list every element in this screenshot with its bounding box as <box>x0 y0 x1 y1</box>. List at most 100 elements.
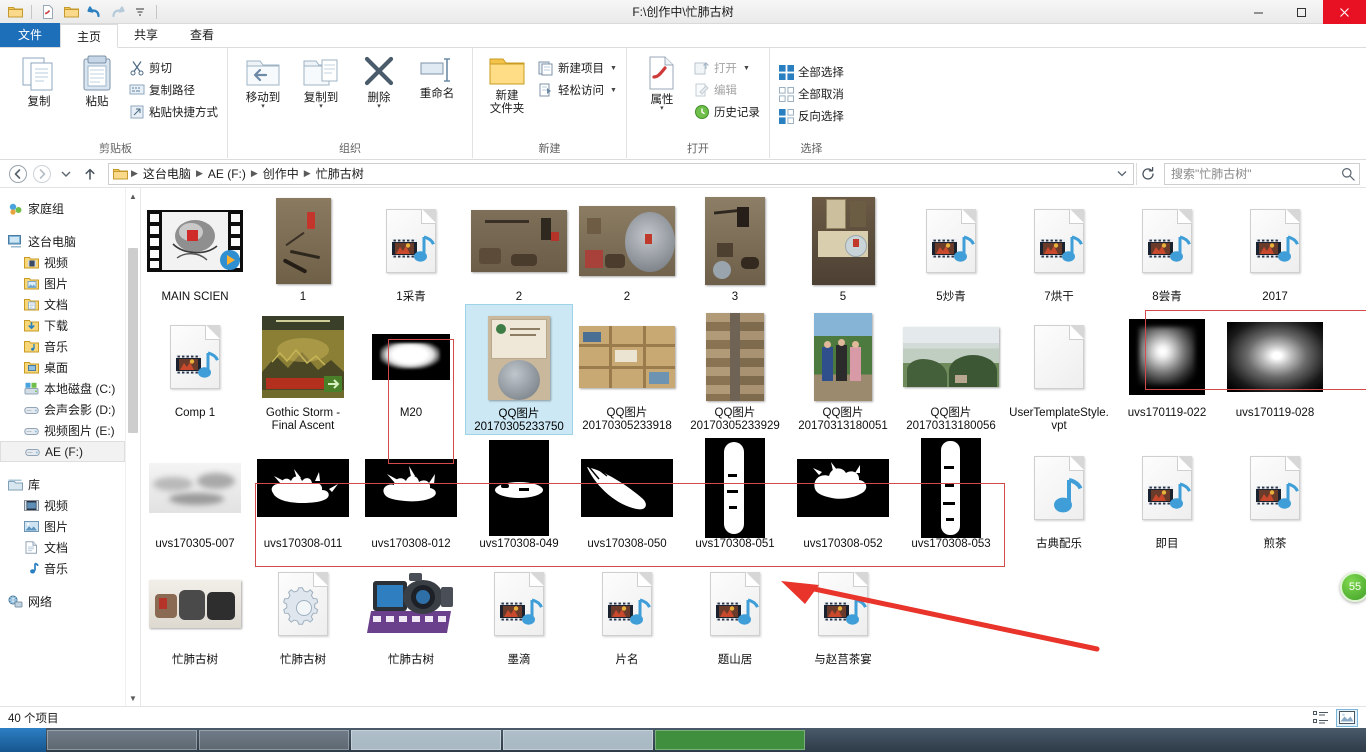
breadcrumb[interactable]: ▶ 这台电脑 ▶ AE (F:) ▶ 创作中 ▶ 忙肺古树 <box>108 162 1134 185</box>
sidebar-item-5[interactable]: 下载 <box>0 315 140 336</box>
minimize-button[interactable] <box>1237 0 1280 24</box>
taskbar-item[interactable] <box>503 730 653 750</box>
chevron-down-icon[interactable]: ▾ <box>261 103 265 110</box>
chevron-down-icon[interactable] <box>1113 170 1131 177</box>
file-item[interactable]: 2017 <box>1221 188 1329 304</box>
close-button[interactable] <box>1323 0 1366 24</box>
scroll-up-icon[interactable]: ▲ <box>126 188 140 204</box>
tab-file[interactable]: 文件 <box>0 23 61 47</box>
file-item[interactable]: 2 <box>465 188 573 304</box>
sidebar-item-9[interactable]: 会声会影 (D:) <box>0 399 140 420</box>
taskbar-item[interactable] <box>655 730 805 750</box>
back-button[interactable] <box>6 162 30 186</box>
delete-button[interactable]: 删除 ▾ <box>350 51 408 110</box>
edit-button[interactable]: 编辑 <box>691 79 763 101</box>
sidebar-item-11[interactable]: AE (F:) <box>0 441 125 462</box>
file-item[interactable]: 古典配乐 <box>1005 435 1113 551</box>
file-item[interactable]: 1采青 <box>357 188 465 304</box>
file-item[interactable]: QQ图片20170305233918 <box>573 304 681 435</box>
file-item[interactable]: Comp 1 <box>141 304 249 435</box>
sidebar-item-2[interactable]: 视频 <box>0 252 140 273</box>
file-item[interactable]: QQ图片20170313180056 <box>897 304 1005 435</box>
file-item[interactable]: uvs170308-053 <box>897 435 1005 551</box>
up-button[interactable] <box>78 162 102 186</box>
file-item[interactable]: uvs170308-012 <box>357 435 465 551</box>
folder-icon[interactable] <box>5 2 25 22</box>
sidebar-item-1[interactable]: 这台电脑 <box>0 231 140 252</box>
file-item[interactable]: 题山居 <box>681 551 789 667</box>
sidebar-item-7[interactable]: 桌面 <box>0 357 140 378</box>
file-item[interactable]: 3 <box>681 188 789 304</box>
file-item[interactable]: QQ图片20170305233929 <box>681 304 789 435</box>
file-item[interactable]: uvs170308-052 <box>789 435 897 551</box>
sidebar-item-15[interactable]: 文档 <box>0 537 140 558</box>
undo-icon[interactable] <box>84 2 104 22</box>
file-item[interactable]: 忙肺古树 <box>249 551 357 667</box>
sidebar-item-12[interactable]: 库 <box>0 474 140 495</box>
file-item[interactable]: QQ图片20170313180051 <box>789 304 897 435</box>
chevron-down-icon[interactable]: ▼ <box>610 65 617 72</box>
file-item[interactable]: uvs170305-007 <box>141 435 249 551</box>
chevron-down-icon[interactable]: ▼ <box>610 87 617 94</box>
redo-icon[interactable] <box>107 2 127 22</box>
breadcrumb-separator[interactable]: ▶ <box>250 168 259 179</box>
breadcrumb-item-folder[interactable]: 创作中 <box>259 164 303 184</box>
new-item-button[interactable]: 新建项目 ▼ <box>535 57 620 79</box>
taskbar-item[interactable] <box>199 730 349 750</box>
breadcrumb-item-current[interactable]: 忙肺古树 <box>312 164 368 184</box>
details-view-button[interactable] <box>1310 709 1332 727</box>
file-item[interactable]: 8尝青 <box>1113 188 1221 304</box>
sidebar-item-3[interactable]: 图片 <box>0 273 140 294</box>
new-folder-icon[interactable] <box>61 2 81 22</box>
sidebar-item-17[interactable]: 网络 <box>0 591 140 612</box>
file-item[interactable]: uvs170308-050 <box>573 435 681 551</box>
recent-locations-button[interactable] <box>54 162 78 186</box>
file-item[interactable]: uvs170119-028 <box>1221 304 1329 435</box>
copy-path-button[interactable]: 复制路径 <box>126 79 221 101</box>
search-input[interactable]: 搜索"忙肺古树" <box>1164 162 1360 185</box>
breadcrumb-separator[interactable]: ▶ <box>303 168 312 179</box>
file-item[interactable]: uvs170308-049 <box>465 435 573 551</box>
file-item[interactable]: 与赵莒茶宴 <box>789 551 897 667</box>
paste-shortcut-button[interactable]: 粘贴快捷方式 <box>126 101 221 123</box>
tab-share[interactable]: 共享 <box>118 23 174 47</box>
file-item[interactable]: 1 <box>249 188 357 304</box>
file-item[interactable]: QQ图片20170305233750 <box>465 304 573 435</box>
open-button[interactable]: 打开 ▼ <box>691 57 763 79</box>
breadcrumb-separator[interactable]: ▶ <box>195 168 204 179</box>
chevron-down-icon[interactable]: ▼ <box>743 65 750 72</box>
file-item[interactable]: MAIN SCIEN <box>141 188 249 304</box>
new-item-icon[interactable] <box>38 2 58 22</box>
file-item[interactable]: M20 <box>357 304 465 435</box>
search-icon[interactable] <box>1341 167 1355 181</box>
sidebar-item-0[interactable]: 家庭组 <box>0 198 140 219</box>
properties-button[interactable]: 属性 ▾ <box>633 51 691 112</box>
easy-access-button[interactable]: 轻松访问 ▼ <box>535 79 620 101</box>
file-item[interactable]: 墨滴 <box>465 551 573 667</box>
breadcrumb-item-drive[interactable]: AE (F:) <box>204 164 250 184</box>
tab-home[interactable]: 主页 <box>60 24 119 48</box>
file-item[interactable]: 7烘干 <box>1005 188 1113 304</box>
file-item[interactable]: 忙肺古树 <box>141 551 249 667</box>
status-badge[interactable]: 55 <box>1340 572 1366 602</box>
file-list-view[interactable]: MAIN SCIEN 1 1采青 2 2 3 5 5炒青 7烘干 8尝青 2017 Comp 1 Got… <box>140 188 1366 706</box>
sidebar-item-16[interactable]: 音乐 <box>0 558 140 579</box>
cut-button[interactable]: 剪切 <box>126 57 221 79</box>
file-item[interactable]: uvs170308-051 <box>681 435 789 551</box>
refresh-button[interactable] <box>1136 162 1158 185</box>
paste-button[interactable]: 粘贴 <box>68 51 126 109</box>
file-item[interactable]: uvs170119-022 <box>1113 304 1221 435</box>
taskbar-item[interactable] <box>351 730 501 750</box>
copy-button[interactable]: 复制 <box>10 51 68 109</box>
move-to-button[interactable]: 移动到 ▾ <box>234 51 292 110</box>
taskbar-item[interactable] <box>47 730 197 750</box>
tab-view[interactable]: 查看 <box>174 23 230 47</box>
sidebar-item-6[interactable]: 音乐 <box>0 336 140 357</box>
start-button[interactable] <box>0 728 46 752</box>
select-none-button[interactable]: 全部取消 <box>776 83 847 105</box>
rename-button[interactable]: 重命名 <box>408 51 466 101</box>
sidebar-item-13[interactable]: 视频 <box>0 495 140 516</box>
breadcrumb-item-this-pc[interactable]: 这台电脑 <box>139 164 195 184</box>
invert-selection-button[interactable]: 反向选择 <box>776 105 847 127</box>
file-item[interactable]: 忙肺古树 <box>357 551 465 667</box>
